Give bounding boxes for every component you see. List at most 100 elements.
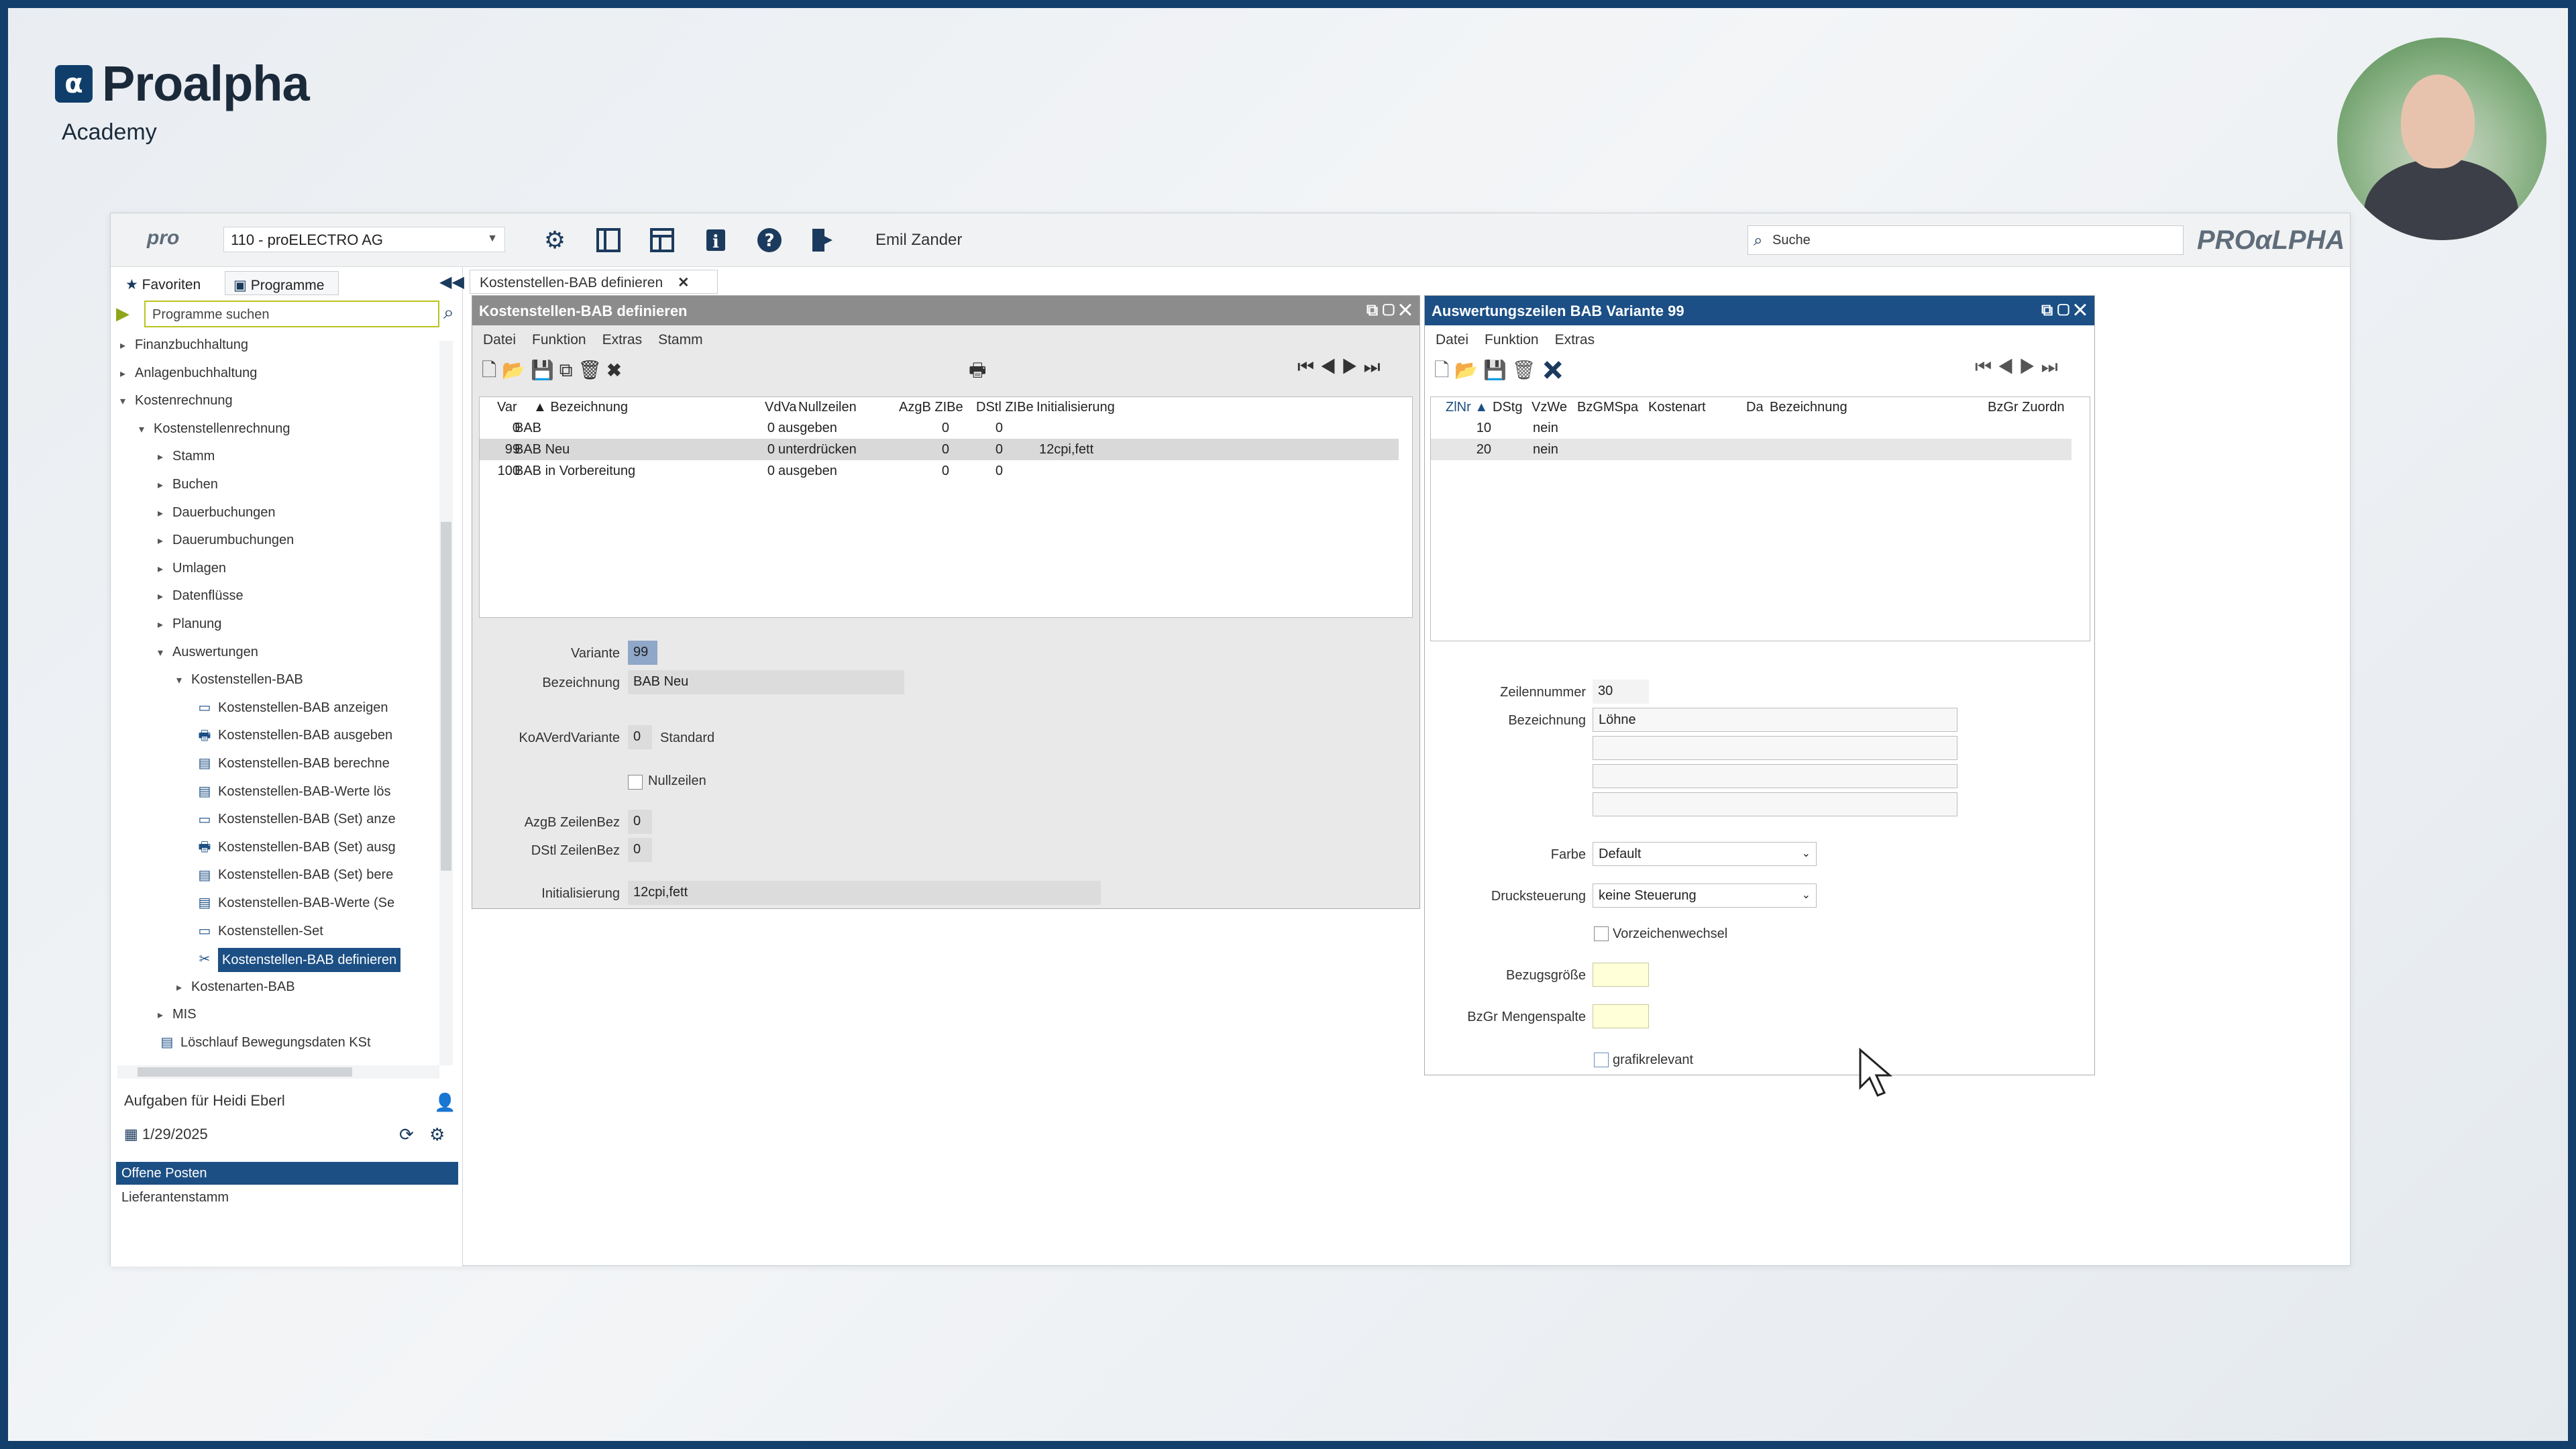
vorzeichenwechsel-checkbox[interactable]: [1594, 926, 1609, 941]
col-dstl[interactable]: DStl ZIBe: [976, 397, 1034, 417]
tree-hscrollbar[interactable]: [117, 1065, 439, 1079]
cell-azgb[interactable]: 0: [922, 417, 949, 439]
delete-icon[interactable]: 🗑: [578, 360, 602, 380]
first-record-icon[interactable]: ⏮: [1975, 356, 1992, 377]
tree-item[interactable]: ▭ Kostenstellen-Set: [195, 920, 323, 942]
chevron-right-icon[interactable]: ▸: [120, 364, 135, 385]
col-var[interactable]: Var: [497, 397, 517, 417]
global-search-input[interactable]: ⌕ Suche: [1748, 225, 2184, 255]
task-item[interactable]: Offene Posten: [116, 1162, 458, 1185]
col-bezeichnung[interactable]: Bezeichnung: [1770, 397, 1847, 417]
dstl-field[interactable]: 0: [628, 838, 652, 862]
pro-small-logo[interactable]: pro: [147, 227, 179, 250]
open-icon[interactable]: 📂: [502, 360, 525, 380]
last-record-icon[interactable]: ⏭: [2041, 356, 2058, 377]
save-icon[interactable]: 💾: [1483, 360, 1507, 380]
menu-extras[interactable]: Extras: [1555, 332, 1595, 347]
col-da[interactable]: Da: [1746, 397, 1764, 417]
tree-item[interactable]: ▾ Kostenstellenrechnung: [139, 418, 290, 439]
bezeichnung-field[interactable]: Löhne: [1593, 708, 1957, 732]
chevron-right-icon[interactable]: ▸: [158, 614, 172, 636]
col-vzwe[interactable]: VzWe: [1532, 397, 1567, 417]
col-bezeichnung[interactable]: ▲ Bezeichnung: [533, 397, 628, 417]
tree-item[interactable]: ▸ Dauerumbuchungen: [158, 529, 294, 552]
close-icon[interactable]: ✕: [678, 275, 690, 290]
gear-icon[interactable]: ⚙: [540, 225, 570, 255]
cell-azgb[interactable]: 0: [922, 439, 949, 460]
cell-dstl[interactable]: 0: [976, 417, 1003, 439]
next-record-icon[interactable]: ▶: [1342, 356, 1358, 377]
azgb-field[interactable]: 0: [628, 810, 652, 834]
tree-scrollbar[interactable]: [439, 341, 453, 1065]
bezugsgroesse-field[interactable]: [1593, 963, 1649, 987]
col-dstg[interactable]: DStg: [1493, 397, 1522, 417]
tree-item[interactable]: ▸ Planung: [158, 613, 221, 636]
collapse-sidebar-icon[interactable]: ◀◀: [439, 272, 464, 292]
chevron-right-icon[interactable]: ▸: [158, 447, 172, 468]
col-vdva[interactable]: VdVa: [765, 397, 796, 417]
bezeichnung-field[interactable]: BAB Neu: [628, 670, 904, 694]
variante-field[interactable]: 99: [628, 641, 657, 665]
cell-vzwe[interactable]: nein: [1533, 417, 1558, 439]
tab-programme[interactable]: ▣ Programme: [225, 271, 339, 295]
menu-stamm[interactable]: Stamm: [658, 332, 703, 347]
play-icon[interactable]: ▶: [116, 303, 129, 324]
tasks-date[interactable]: ▦ 1/29/2025: [124, 1126, 208, 1143]
layout-icon[interactable]: [647, 225, 677, 255]
col-azgb[interactable]: AzgB ZIBe: [899, 397, 963, 417]
bezeichnung-field-4[interactable]: [1593, 792, 1957, 816]
tree-item[interactable]: ▸ Datenflüsse: [158, 585, 244, 608]
cell-bez[interactable]: BAB Neu: [515, 439, 716, 460]
program-search-input[interactable]: Programme suchen: [144, 301, 439, 327]
cell-dstl[interactable]: 0: [976, 439, 1003, 460]
chevron-down-icon[interactable]: ▾: [158, 643, 172, 664]
chevron-right-icon[interactable]: ▸: [158, 531, 172, 552]
tree-item[interactable]: ▭ Kostenstellen-BAB anzeigen: [195, 697, 388, 718]
window-controls[interactable]: ⧉ ▢ ✕: [2041, 301, 2086, 320]
chevron-right-icon[interactable]: ▸: [176, 977, 191, 999]
tree-item[interactable]: ▤ Kostenstellen-BAB-Werte lös: [195, 781, 391, 802]
init-field[interactable]: 12cpi,fett: [628, 881, 1101, 905]
prev-record-icon[interactable]: ◀: [1320, 356, 1336, 377]
col-nullzeilen[interactable]: Nullzeilen: [798, 397, 857, 417]
col-zlnr[interactable]: ZlNr ▲: [1446, 397, 1488, 417]
tree-item[interactable]: ▤ Kostenstellen-BAB-Werte (Se: [195, 892, 395, 914]
zeilennummer-field[interactable]: 30: [1593, 680, 1649, 704]
menu-datei[interactable]: Datei: [483, 332, 516, 347]
tree-item[interactable]: ▤ Kostenstellen-BAB berechne: [195, 753, 390, 774]
cell-bez[interactable]: BAB: [515, 417, 716, 439]
tree-item[interactable]: ▸ Buchen: [158, 474, 218, 495]
cell-null[interactable]: unterdrücken: [778, 439, 885, 460]
nullzeilen-checkbox[interactable]: [628, 775, 643, 790]
user-name[interactable]: Emil Zander: [875, 231, 962, 250]
next-record-icon[interactable]: ▶: [2019, 356, 2036, 377]
farbe-select[interactable]: Default ⌄: [1593, 842, 1817, 866]
print-icon[interactable]: 🖶: [969, 356, 986, 388]
tree-item[interactable]: ▸ Anlagenbuchhaltung: [120, 362, 257, 385]
col-bzgr-zuordn[interactable]: BzGr Zuordn: [1988, 397, 2064, 417]
chevron-right-icon[interactable]: ▸: [158, 503, 172, 525]
tab-favoriten[interactable]: ★ Favoriten: [117, 271, 218, 295]
search-icon[interactable]: ⌕: [443, 302, 454, 324]
menu-datei[interactable]: Datei: [1436, 332, 1468, 347]
tree-item[interactable]: ✂ Kostenstellen-BAB definieren: [195, 948, 401, 973]
tree-item[interactable]: 🖶 Kostenstellen-BAB ausgeben: [195, 724, 393, 746]
bezeichnung-field-3[interactable]: [1593, 764, 1957, 788]
open-icon[interactable]: 📂: [1454, 360, 1478, 380]
info-icon[interactable]: i: [701, 225, 731, 255]
cell-vdva[interactable]: 0: [748, 439, 775, 460]
company-select[interactable]: 110 - proELECTRO AG ▼: [223, 227, 505, 252]
tree-item[interactable]: 🖶 Kostenstellen-BAB (Set) ausg: [195, 837, 396, 858]
cell-dstl[interactable]: 0: [976, 460, 1003, 482]
chevron-right-icon[interactable]: ▸: [158, 559, 172, 580]
new-icon[interactable]: 🗋: [482, 360, 497, 380]
exit-icon[interactable]: [808, 225, 838, 255]
cell-zlnr[interactable]: 20: [1458, 439, 1491, 460]
bezeichnung-field-2[interactable]: [1593, 736, 1957, 760]
tree-item[interactable]: ▤ Löschlauf Bewegungsdaten KSt: [158, 1032, 371, 1053]
chevron-right-icon[interactable]: ▸: [158, 586, 172, 608]
drucksteuerung-select[interactable]: keine Steuerung ⌄: [1593, 883, 1817, 908]
col-initialisierung[interactable]: Initialisierung: [1036, 397, 1115, 417]
first-record-icon[interactable]: ⏮: [1297, 356, 1314, 377]
tree-item[interactable]: ▾ Auswertungen: [158, 641, 258, 664]
